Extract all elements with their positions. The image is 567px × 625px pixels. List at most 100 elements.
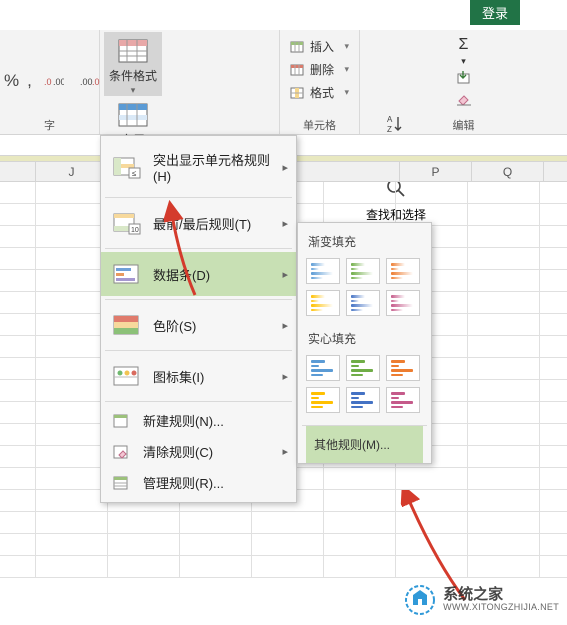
cell[interactable] — [252, 512, 324, 533]
number-group-label: 字 — [0, 117, 99, 133]
cell[interactable] — [468, 534, 540, 555]
fill-icon[interactable] — [455, 69, 473, 87]
cell[interactable] — [468, 446, 540, 467]
gradient-fill-header: 渐变填充 — [306, 229, 423, 256]
cell[interactable] — [36, 556, 108, 577]
login-tab[interactable]: 登录 — [470, 0, 520, 25]
cell[interactable] — [324, 468, 396, 489]
cell[interactable] — [468, 402, 540, 423]
cell[interactable] — [36, 182, 108, 203]
cell[interactable] — [396, 468, 468, 489]
ribbon: % , .0.00 .00.0 字 条件格式 ▾ — [0, 30, 567, 135]
format-button[interactable]: 格式▾ — [284, 82, 355, 103]
cell[interactable] — [108, 512, 180, 533]
cell[interactable] — [468, 336, 540, 357]
cell[interactable] — [324, 182, 396, 203]
cell[interactable] — [396, 556, 468, 577]
databar-swatch[interactable] — [306, 290, 340, 316]
cells-group-label: 单元格 — [280, 117, 359, 133]
cell[interactable] — [36, 402, 108, 423]
cell[interactable] — [36, 292, 108, 313]
cell[interactable] — [36, 446, 108, 467]
cell[interactable] — [36, 270, 108, 291]
cell[interactable] — [396, 490, 468, 511]
databar-swatch[interactable] — [386, 290, 420, 316]
cell[interactable] — [36, 490, 108, 511]
cell[interactable] — [396, 182, 468, 203]
menu-data-bars[interactable]: 数据条(D) ▸ — [101, 252, 296, 296]
cell[interactable] — [468, 248, 540, 269]
cell[interactable] — [468, 490, 540, 511]
cell[interactable] — [468, 292, 540, 313]
cell[interactable] — [36, 512, 108, 533]
column-header[interactable]: Q — [472, 162, 544, 181]
cell[interactable] — [468, 424, 540, 445]
top-bottom-icon: 10 — [113, 211, 141, 235]
cell[interactable] — [324, 512, 396, 533]
cell[interactable] — [108, 534, 180, 555]
cell[interactable] — [468, 468, 540, 489]
databar-swatch[interactable] — [306, 258, 340, 284]
cell[interactable] — [36, 424, 108, 445]
autosum-button[interactable]: Σ▾ — [364, 34, 563, 109]
cell[interactable] — [36, 336, 108, 357]
cell[interactable] — [180, 534, 252, 555]
cell[interactable] — [396, 512, 468, 533]
databar-swatch[interactable] — [386, 387, 420, 413]
other-rules-button[interactable]: 其他规则(M)... — [306, 426, 423, 463]
svg-text:.00: .00 — [53, 77, 64, 87]
cell[interactable] — [36, 204, 108, 225]
cell[interactable] — [324, 490, 396, 511]
menu-color-scales[interactable]: 色阶(S) ▸ — [101, 303, 296, 347]
cell[interactable] — [36, 314, 108, 335]
cell[interactable] — [468, 556, 540, 577]
column-header[interactable]: P — [400, 162, 472, 181]
cell[interactable] — [468, 358, 540, 379]
conditional-format-menu: ≤ 突出显示单元格规则(H) ▸ 10 最前/最后规则(T) ▸ 数据条(D) … — [100, 135, 297, 503]
databar-swatch[interactable] — [306, 355, 340, 381]
databar-swatch[interactable] — [386, 355, 420, 381]
menu-clear-rules[interactable]: 清除规则(C) ▸ — [101, 436, 296, 467]
cell[interactable] — [36, 358, 108, 379]
cell[interactable] — [180, 556, 252, 577]
menu-top-bottom-rules[interactable]: 10 最前/最后规则(T) ▸ — [101, 201, 296, 245]
cell[interactable] — [252, 556, 324, 577]
cell[interactable] — [36, 534, 108, 555]
conditional-format-button[interactable]: 条件格式 ▾ — [104, 32, 162, 96]
cell[interactable] — [468, 380, 540, 401]
cell[interactable] — [468, 226, 540, 247]
percent-button[interactable]: % — [4, 71, 19, 91]
cell[interactable] — [468, 512, 540, 533]
menu-manage-rules[interactable]: 管理规则(R)... — [101, 467, 296, 498]
databar-swatch[interactable] — [346, 387, 380, 413]
clear-icon[interactable] — [455, 89, 473, 107]
menu-highlight-rules[interactable]: ≤ 突出显示单元格规则(H) ▸ — [101, 140, 296, 194]
menu-new-rule[interactable]: 新建规则(N)... — [101, 405, 296, 436]
cell[interactable] — [252, 534, 324, 555]
svg-text:≤: ≤ — [132, 169, 137, 178]
databar-swatch[interactable] — [386, 258, 420, 284]
cell[interactable] — [108, 556, 180, 577]
cell[interactable] — [36, 380, 108, 401]
comma-style-button[interactable]: , — [27, 71, 32, 91]
databar-swatch[interactable] — [346, 290, 380, 316]
cell[interactable] — [324, 556, 396, 577]
databar-swatch[interactable] — [346, 355, 380, 381]
increase-decimal-button[interactable]: .0.00 — [40, 70, 68, 92]
column-header[interactable]: J — [36, 162, 108, 181]
menu-icon-sets[interactable]: 图标集(I) ▸ — [101, 354, 296, 398]
cell[interactable] — [468, 204, 540, 225]
cell[interactable] — [468, 314, 540, 335]
insert-button[interactable]: 插入▾ — [284, 36, 355, 57]
cell[interactable] — [324, 534, 396, 555]
delete-button[interactable]: 删除▾ — [284, 59, 355, 80]
cell[interactable] — [468, 270, 540, 291]
cell[interactable] — [396, 534, 468, 555]
cell[interactable] — [36, 226, 108, 247]
databar-swatch[interactable] — [346, 258, 380, 284]
cell[interactable] — [36, 248, 108, 269]
databar-swatch[interactable] — [306, 387, 340, 413]
cell[interactable] — [36, 468, 108, 489]
cell[interactable] — [468, 182, 540, 203]
cell[interactable] — [180, 512, 252, 533]
